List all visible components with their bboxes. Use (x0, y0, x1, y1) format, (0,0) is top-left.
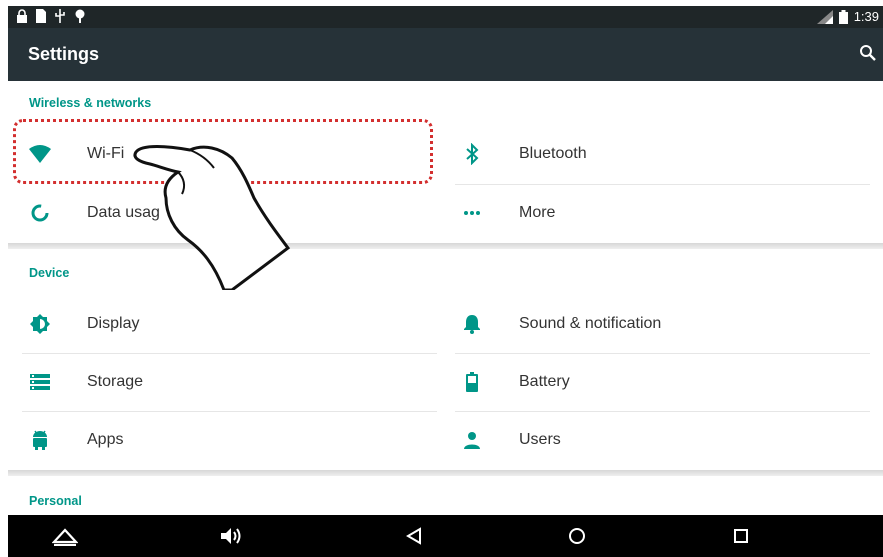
section-header-device: Device (29, 266, 70, 280)
search-icon (860, 45, 876, 61)
brightness-icon (28, 312, 52, 336)
home-circle-icon (569, 528, 585, 544)
section-header-wireless: Wireless & networks (29, 96, 152, 110)
person-icon (460, 428, 484, 452)
battery-settings-icon (460, 370, 484, 394)
settings-item-bluetooth[interactable]: Bluetooth (440, 125, 860, 183)
bluetooth-icon (460, 142, 484, 166)
home-button[interactable] (564, 524, 590, 548)
status-bar: 1:39 (8, 6, 883, 28)
settings-item-more[interactable]: More (440, 184, 860, 242)
settings-item-users[interactable]: Users (440, 411, 860, 469)
volume-icon (221, 528, 241, 544)
clock: 1:39 (853, 9, 879, 24)
settings-item-label: Bluetooth (519, 145, 587, 162)
settings-item-display[interactable]: Display (8, 295, 428, 353)
nav-home-up-button[interactable] (52, 524, 78, 548)
settings-item-apps[interactable]: Apps (8, 411, 428, 469)
battery-icon (838, 9, 848, 24)
android-debug-icon (75, 9, 85, 23)
page-title: Settings (28, 44, 100, 64)
back-button[interactable] (401, 524, 427, 548)
lock-icon (17, 9, 27, 23)
settings-item-label: Users (519, 431, 561, 448)
search-button[interactable] (859, 44, 877, 67)
more-icon (460, 201, 484, 225)
recents-square-icon (734, 529, 748, 543)
chevron-up-icon (52, 528, 78, 546)
settings-item-label: Apps (87, 431, 124, 448)
settings-item-label: Display (87, 315, 140, 332)
settings-item-label: Sound & notification (519, 315, 662, 332)
signal-icon (816, 9, 833, 24)
section-header-personal: Personal (29, 494, 82, 508)
android-icon (28, 428, 52, 452)
settings-item-battery[interactable]: Battery (440, 353, 860, 411)
bell-icon (460, 312, 484, 336)
volume-button[interactable] (218, 524, 244, 548)
settings-item-sound[interactable]: Sound & notification (440, 295, 860, 353)
data-usage-icon (28, 201, 52, 225)
usb-icon (55, 9, 65, 23)
back-triangle-icon (406, 527, 421, 545)
settings-item-label: More (519, 204, 556, 221)
app-bar: Settings (8, 28, 883, 81)
settings-item-storage[interactable]: Storage (8, 353, 428, 411)
sim-card-icon (36, 9, 46, 23)
settings-item-label: Battery (519, 373, 570, 390)
recents-button[interactable] (728, 524, 754, 548)
settings-item-label: Storage (87, 373, 144, 390)
storage-icon (28, 370, 52, 394)
pointing-hand-icon (133, 145, 291, 290)
notification-icons (16, 9, 86, 23)
section-divider (8, 470, 883, 476)
navigation-bar (8, 515, 883, 557)
